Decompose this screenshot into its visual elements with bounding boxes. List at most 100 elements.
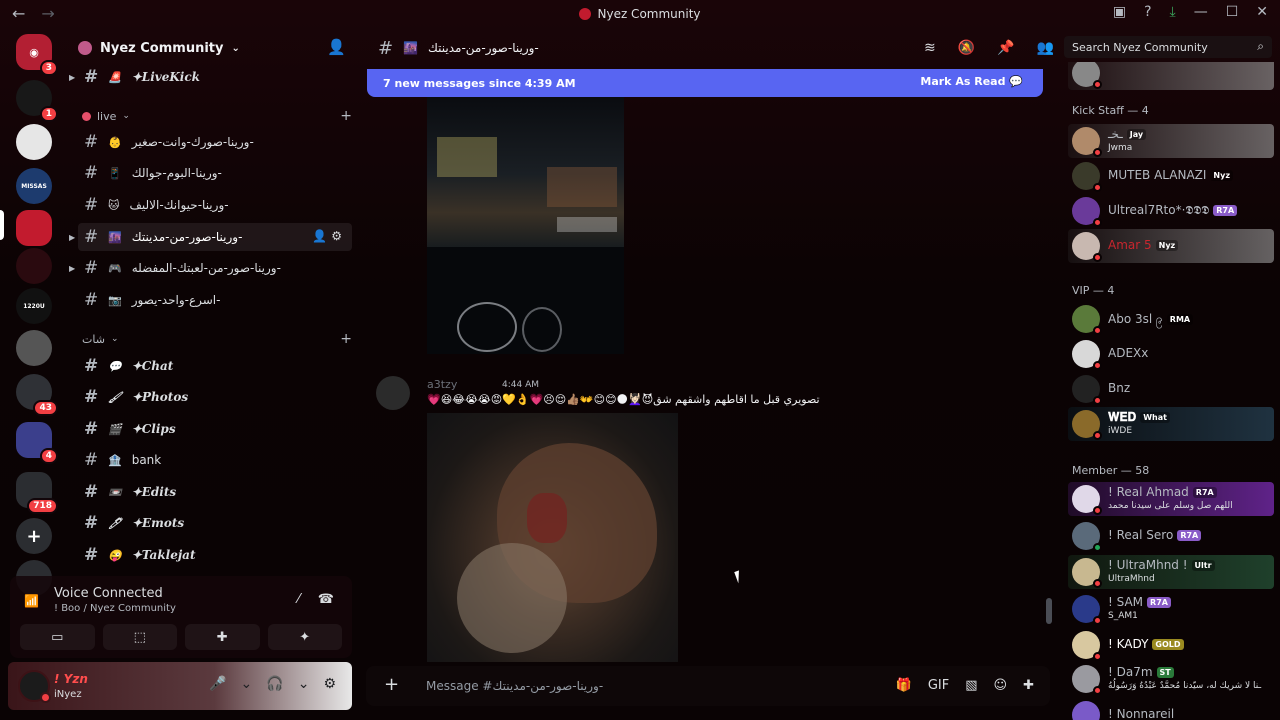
server-icon-8[interactable]: 43 xyxy=(16,374,58,416)
close-icon[interactable]: ✕ xyxy=(1256,4,1268,20)
member-row[interactable]: Abo 3sl ၉ RMA xyxy=(1068,302,1274,336)
gif-icon[interactable]: GIF xyxy=(928,678,949,693)
server-icon-6[interactable]: 1220U xyxy=(16,288,52,324)
invite-icon[interactable]: 👤 xyxy=(312,229,331,243)
category-chat[interactable]: شات ⌄ + xyxy=(82,330,352,348)
noise-suppression-icon[interactable]: ⁄ xyxy=(298,592,300,607)
channel-edits[interactable]: # 📼 ✦Edits xyxy=(78,478,352,506)
member-row[interactable]: Bnz xyxy=(1068,372,1274,406)
chat-scrollbar[interactable] xyxy=(1046,598,1052,624)
channel-live-3[interactable]: # 🐱 ورينا-حيوانك-الاليف- xyxy=(78,191,352,219)
channel-photos[interactable]: # 🖌 ✦Photos xyxy=(78,383,352,411)
guild-header[interactable]: Nyez Community ⌄ 👤 xyxy=(78,36,358,60)
mark-as-read-button[interactable]: Mark As Read 💬 xyxy=(920,75,1023,88)
member-row[interactable]: ! Da7m ST ـنا لا شريك له، سيّدنا مُحمَّدٌ… xyxy=(1068,662,1274,696)
member-row[interactable]: MUTEB ALANAZI Nyz xyxy=(1068,159,1274,193)
message-input[interactable]: Message #ورينا-صور-من-مدينتك- xyxy=(426,679,603,693)
pencil-icon: 🖊 xyxy=(108,516,122,530)
channel-live-5[interactable]: ▶ # 🎮 ورينا-صور-من-لعبتك-المفضله- xyxy=(69,254,352,282)
headphones-icon[interactable]: 🎧 xyxy=(266,676,283,692)
chevron-down-icon[interactable]: ⌄ xyxy=(298,676,310,692)
channel-livekick[interactable]: ▶ # 🚨 ✦LiveKick xyxy=(69,63,352,91)
channel-bank[interactable]: # 🏦 bank xyxy=(78,446,352,474)
member-name: ! Real Sero R7A xyxy=(1108,528,1202,542)
threads-icon[interactable]: ≋ xyxy=(924,40,936,56)
server-icon-9[interactable]: 4 xyxy=(16,422,58,464)
chevron-down-icon: ⌄ xyxy=(122,111,130,121)
voice-channel[interactable]: ! Boo / Nyez Community xyxy=(54,603,176,614)
new-messages-bar[interactable]: 7 new messages since 4:39 AM Mark As Rea… xyxy=(367,69,1043,97)
channel-live-4-active[interactable]: ▶ # 🌆 ورينا-صور-من-مدينتك- 👤⚙ xyxy=(69,223,352,251)
member-row[interactable]: ! Nonnareil xyxy=(1068,698,1274,720)
member-row[interactable]: ! UltraMhnd ! Ultr UltraMhnd xyxy=(1068,555,1274,589)
server-icon-3[interactable]: MISSAS xyxy=(16,168,52,204)
voice-status[interactable]: Voice Connected xyxy=(54,586,163,601)
member-row[interactable]: ! SAM R7A S_AM1 xyxy=(1068,592,1274,626)
home-button[interactable]: ◉ 3 xyxy=(16,34,58,76)
disconnect-icon[interactable]: ☎ xyxy=(318,592,334,607)
member-row[interactable]: Amar 5 Nyz xyxy=(1068,229,1274,263)
invite-people-icon[interactable]: 👤 xyxy=(327,38,346,56)
settings-gear-icon[interactable]: ⚙ xyxy=(323,676,336,692)
mute-bell-icon[interactable]: 🔕 xyxy=(958,40,975,56)
message-composer[interactable]: + Message #ورينا-صور-من-مدينتك- 🎁 GIF ▧ … xyxy=(366,666,1050,706)
server-icon-1[interactable]: 1 xyxy=(16,80,58,122)
inbox-icon[interactable]: ▣ xyxy=(1113,4,1126,20)
add-channel-icon[interactable]: + xyxy=(340,331,352,347)
channel-live-2[interactable]: # 📱 ورينا-البوم-جوالك- xyxy=(78,159,352,187)
member-list-icon[interactable]: 👥 xyxy=(1037,40,1054,56)
help-icon[interactable]: ? xyxy=(1144,4,1151,20)
channel-taklejat[interactable]: # 😜 ✦Taklejat xyxy=(78,541,352,569)
add-attachment-icon[interactable]: + xyxy=(384,674,399,695)
search-input[interactable]: Search Nyez Community xyxy=(1072,41,1208,54)
activities-button[interactable]: ✚ xyxy=(185,624,260,650)
channel-clips[interactable]: # 🎬 ✦Clips xyxy=(78,415,352,443)
download-icon[interactable]: ⤓ xyxy=(1170,4,1176,20)
channel-chat[interactable]: # 💬 ✦Chat xyxy=(78,352,352,380)
search-box[interactable]: Search Nyez Community ⌕ xyxy=(1064,36,1272,58)
channel-emots[interactable]: # 🖊 ✦Emots xyxy=(78,509,352,537)
chevron-down-icon[interactable]: ⌄ xyxy=(241,676,253,692)
member-row[interactable]: ـخـ Jay Jwma xyxy=(1068,124,1274,158)
server-icon-7[interactable] xyxy=(16,330,52,366)
server-icon-5[interactable] xyxy=(16,248,52,284)
soundboard-button[interactable]: ✦ xyxy=(267,624,342,650)
attachment-image-lions[interactable] xyxy=(427,413,678,662)
member-row[interactable]: Ultreal7Rto*·𝕯𝕯𝕯 R7A xyxy=(1068,194,1274,228)
maximize-icon[interactable]: ☐ xyxy=(1226,4,1239,20)
member-row[interactable]: 𝐖𝐄𝐃 What iWDE xyxy=(1068,407,1274,441)
member-row[interactable]: ! Real Sero R7A xyxy=(1068,519,1274,553)
server-icon-10[interactable]: 718 xyxy=(16,472,58,514)
member-row[interactable]: ADEXx xyxy=(1068,337,1274,371)
screen-share-button[interactable]: ⬚ xyxy=(102,624,177,650)
back-arrow-icon[interactable]: ← xyxy=(12,4,25,23)
sticker-icon[interactable]: ▧ xyxy=(965,678,977,693)
author-avatar[interactable] xyxy=(376,376,410,410)
user-avatar[interactable] xyxy=(18,670,51,703)
minimize-icon[interactable]: — xyxy=(1194,4,1208,20)
author-name[interactable]: a3tzy xyxy=(427,378,457,391)
attachment-image-street[interactable] xyxy=(427,97,624,354)
member-row[interactable]: ! KADY GOLD xyxy=(1068,628,1274,662)
signal-icon[interactable]: 📶 xyxy=(24,594,39,608)
settings-gear-icon[interactable]: ⚙ xyxy=(331,229,346,243)
pin-icon[interactable]: 📌 xyxy=(997,40,1014,56)
channel-live-1[interactable]: # 👶 ورينا-صورك-وانت-صغير- xyxy=(78,128,352,156)
apps-icon[interactable]: ✚ xyxy=(1023,678,1034,693)
category-live[interactable]: live ⌄ + xyxy=(82,107,352,125)
add-channel-icon[interactable]: + xyxy=(340,108,352,124)
member-row[interactable] xyxy=(1068,62,1274,90)
emoji-icon[interactable]: ☺ xyxy=(994,678,1008,693)
channel-live-6[interactable]: # 📷 اسرع-واحد-يصور- xyxy=(78,286,352,314)
user-name[interactable]: ! Yzn xyxy=(54,672,88,686)
server-icon-selected[interactable] xyxy=(16,210,52,246)
forward-arrow-icon[interactable]: → xyxy=(41,4,54,23)
member-row[interactable]: ! Real Ahmad R7A اللهم صل وسلم على سيدنا … xyxy=(1068,482,1274,516)
gift-icon[interactable]: 🎁 xyxy=(896,678,912,693)
member-avatar xyxy=(1072,522,1102,552)
microphone-icon[interactable]: 🎤 xyxy=(209,676,226,692)
camera-button[interactable]: ▭ xyxy=(20,624,95,650)
search-icon[interactable]: ⌕ xyxy=(1257,39,1264,54)
add-server-button[interactable]: + xyxy=(16,518,52,554)
server-icon-2[interactable] xyxy=(16,124,52,160)
